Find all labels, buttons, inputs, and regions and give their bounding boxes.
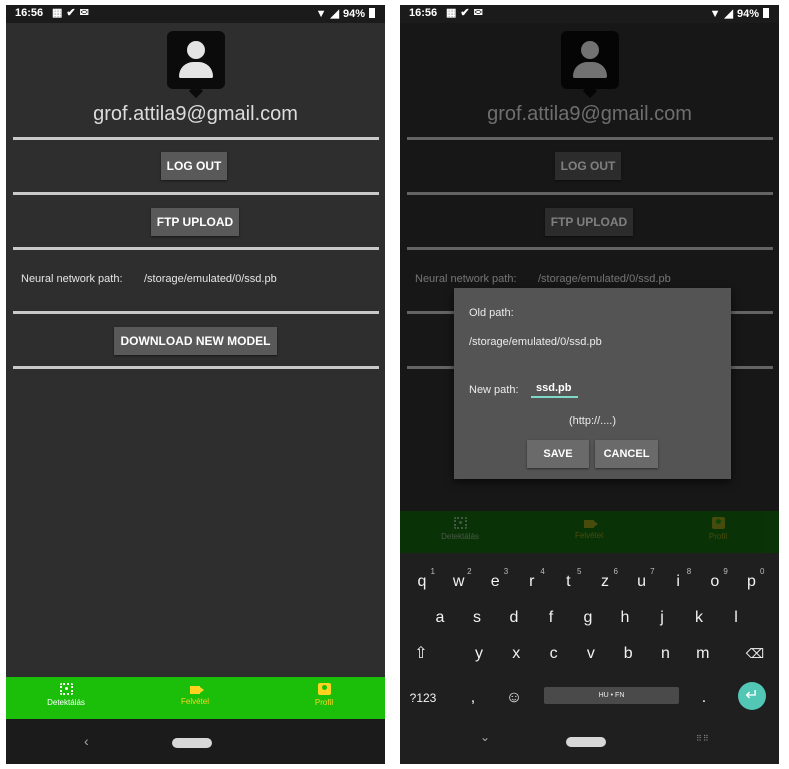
download-model-button[interactable]: DOWNLOAD NEW MODEL xyxy=(114,327,277,355)
gmail-icon: ✉ xyxy=(473,7,487,19)
bottom-nav: Detektálás Felvétel Profil xyxy=(6,677,385,719)
key-i[interactable]: i8 xyxy=(661,565,695,599)
backspace-icon[interactable]: ⌫ xyxy=(738,637,772,671)
key-h[interactable]: h xyxy=(608,601,642,635)
key-x[interactable]: x xyxy=(499,637,533,671)
key-l[interactable]: l xyxy=(719,601,753,635)
notification-icons: ▦✔✉ xyxy=(52,6,93,19)
change-path-dialog: Old path: /storage/emulated/0/ssd.pb New… xyxy=(454,288,731,479)
divider xyxy=(13,311,379,314)
key-b[interactable]: b xyxy=(611,637,645,671)
home-button[interactable] xyxy=(172,738,212,748)
new-path-label: New path: xyxy=(469,384,519,396)
check-icon: ✔ xyxy=(66,7,80,19)
key-g[interactable]: g xyxy=(571,601,605,635)
user-email: grof.attila9@gmail.com xyxy=(93,103,298,125)
nav-label: Profil xyxy=(314,698,334,707)
path-hint: (http://....) xyxy=(568,415,617,427)
divider xyxy=(13,137,379,140)
old-path-value: /storage/emulated/0/ssd.pb xyxy=(469,336,602,348)
nav-label: Felvétel xyxy=(180,697,209,706)
ftp-upload-button[interactable]: FTP UPLOAD xyxy=(151,208,239,236)
symbols-key[interactable]: ?123 xyxy=(406,681,440,715)
chevron-down-icon[interactable]: ⌄ xyxy=(480,730,490,744)
period-key[interactable]: . xyxy=(687,681,721,715)
battery-icon xyxy=(369,8,375,18)
nav-item-profile[interactable]: Profil xyxy=(264,677,384,719)
system-nav-bar: ‹ xyxy=(6,719,385,764)
calendar-icon: ▦ xyxy=(446,7,461,19)
save-button[interactable]: SAVE xyxy=(527,440,589,468)
key-j[interactable]: j xyxy=(645,601,679,635)
nn-path-label: Neural network path: xyxy=(21,273,123,285)
key-t[interactable]: t5 xyxy=(551,565,585,599)
status-right: ▼ ◢ 94% xyxy=(312,7,375,20)
key-d[interactable]: d xyxy=(497,601,531,635)
nav-label: Detektálás xyxy=(47,698,85,707)
soft-keyboard: q1w2e3r4t5z6u7i8o9p0 asdfghjkl ⇧ yxcvbnm… xyxy=(400,553,779,718)
home-button[interactable] xyxy=(566,737,606,747)
divider xyxy=(13,192,379,195)
key-w[interactable]: w2 xyxy=(442,565,476,599)
emoji-icon[interactable]: ☺ xyxy=(497,681,531,715)
profile-screen: 16:56 ▦✔✉ ▼ ◢ 94% grof.attila9@gmail.com L… xyxy=(6,5,385,764)
key-f[interactable]: f xyxy=(534,601,568,635)
profile-icon xyxy=(317,683,331,695)
divider xyxy=(13,366,379,369)
check-icon: ✔ xyxy=(460,7,474,19)
battery-percent: 94% xyxy=(736,8,759,20)
key-v[interactable]: v xyxy=(574,637,608,671)
key-y[interactable]: y xyxy=(462,637,496,671)
key-a[interactable]: a xyxy=(423,601,457,635)
calendar-icon: ▦ xyxy=(52,7,67,19)
enter-icon[interactable]: ↵ xyxy=(738,682,766,710)
key-u[interactable]: u7 xyxy=(625,565,659,599)
signal-icon: ◢ xyxy=(724,8,733,20)
scan-icon xyxy=(59,683,73,695)
keyboard-switch-icon[interactable]: ⠿⠿ xyxy=(696,734,710,743)
status-bar: 16:56 ▦✔✉ ▼ ◢ 94% xyxy=(400,5,779,23)
comma-key[interactable]: , xyxy=(456,681,490,715)
key-c[interactable]: c xyxy=(537,637,571,671)
signal-icon: ◢ xyxy=(330,8,339,20)
key-m[interactable]: m xyxy=(686,637,720,671)
cancel-button[interactable]: CANCEL xyxy=(595,440,658,468)
notification-icons: ▦✔✉ xyxy=(446,6,487,19)
old-path-label: Old path: xyxy=(469,307,514,319)
key-o[interactable]: o9 xyxy=(698,565,732,599)
battery-icon xyxy=(763,8,769,18)
nn-path-value: /storage/emulated/0/ssd.pb xyxy=(144,273,277,285)
key-e[interactable]: e3 xyxy=(478,565,512,599)
logout-button[interactable]: LOG OUT xyxy=(161,152,227,180)
key-k[interactable]: k xyxy=(682,601,716,635)
profile-screen-dialog: 16:56 ▦✔✉ ▼◢94% grof.attila9@gmail.com L… xyxy=(400,5,779,764)
nav-item-record[interactable]: Felvétel xyxy=(135,677,255,719)
status-right: ▼ ◢ 94% xyxy=(706,7,769,20)
camera-icon xyxy=(190,686,204,694)
shift-key[interactable]: ⇧ xyxy=(404,637,438,671)
wifi-icon: ▼ xyxy=(709,8,721,20)
key-n[interactable]: n xyxy=(649,637,683,671)
battery-percent: 94% xyxy=(342,8,365,20)
key-q[interactable]: q1 xyxy=(405,565,439,599)
status-time: 16:56 xyxy=(15,7,44,19)
gmail-icon: ✉ xyxy=(79,7,93,19)
nav-item-detect[interactable]: Detektálás xyxy=(6,677,126,719)
system-nav-bar: ⌄ ⠿⠿ xyxy=(400,718,779,764)
new-path-input[interactable]: ssd.pb xyxy=(531,382,578,398)
wifi-icon: ▼ xyxy=(315,8,327,20)
nn-path-row: Neural network path: /storage/emulated/0/… xyxy=(21,273,277,285)
back-icon[interactable]: ‹ xyxy=(84,733,89,749)
status-time: 16:56 xyxy=(409,7,438,19)
key-r[interactable]: r4 xyxy=(515,565,549,599)
key-s[interactable]: s xyxy=(460,601,494,635)
space-key[interactable]: HU • FN xyxy=(544,687,679,704)
key-z[interactable]: z6 xyxy=(588,565,622,599)
key-p[interactable]: p0 xyxy=(734,565,768,599)
avatar-icon xyxy=(167,31,225,89)
status-bar: 16:56 ▦✔✉ ▼ ◢ 94% xyxy=(6,5,385,23)
divider xyxy=(13,247,379,250)
